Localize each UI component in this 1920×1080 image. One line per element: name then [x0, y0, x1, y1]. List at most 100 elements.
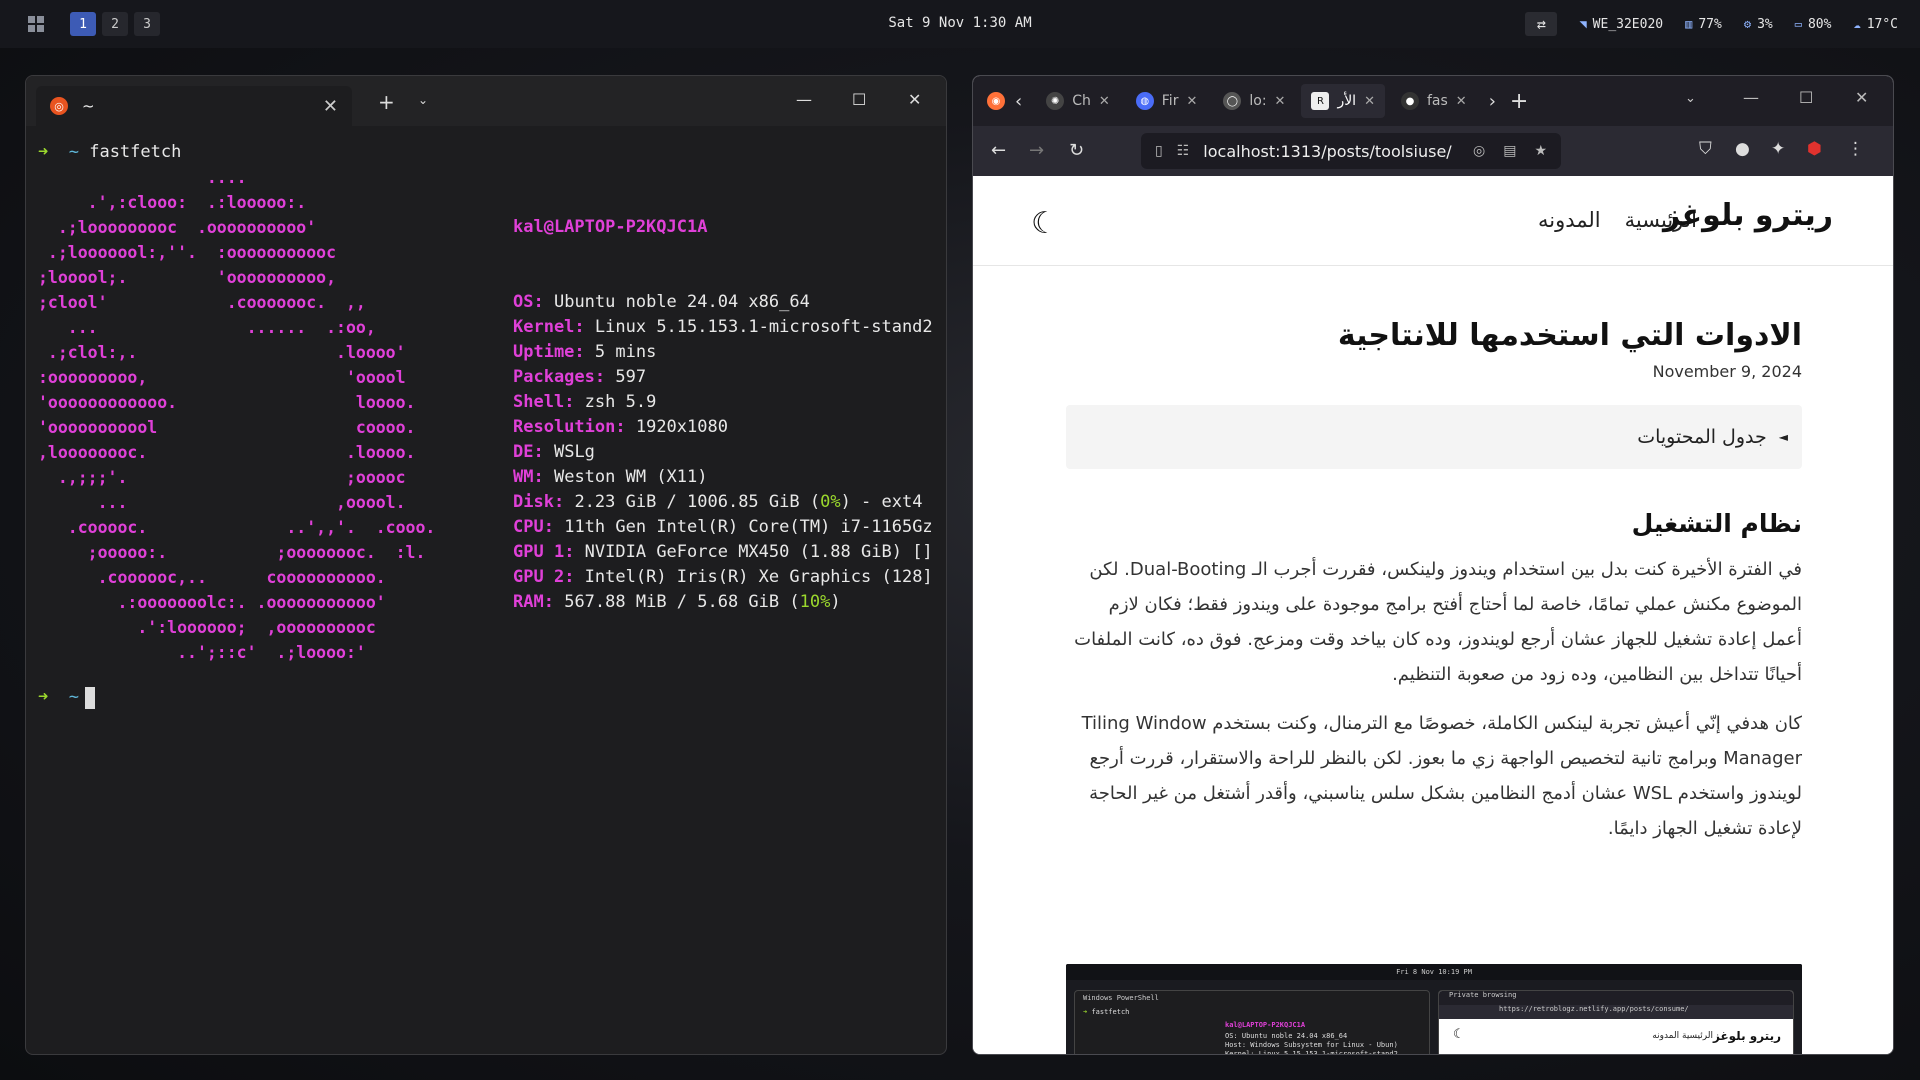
tabs-scroll-left-icon[interactable]: ‹	[1015, 91, 1022, 112]
close-tab-icon[interactable]: ✕	[1364, 94, 1375, 109]
site-brand[interactable]: ريترو بلوغز	[1663, 198, 1833, 233]
windows-start-icon[interactable]	[28, 16, 44, 32]
info-value: NVIDIA GeForce MX450 (1.88 GiB) []	[584, 542, 933, 562]
browser-window: ◉ ‹ ✺ Ch ✕ ◍ Fir ✕ ◯ lo: ✕ R الأر ✕ ● fas ✕ › + ⌄ — ☐ …	[972, 75, 1894, 1055]
reload-icon[interactable]: ↻	[1069, 140, 1084, 161]
info-key: CPU	[513, 517, 544, 537]
workspace-1[interactable]: 1	[70, 12, 96, 36]
info-key: RAM	[513, 592, 544, 612]
workspace-2[interactable]: 2	[102, 12, 128, 36]
url-text[interactable]: localhost:1313/posts/toolsiuse/	[1203, 142, 1451, 161]
new-tab-button[interactable]: +	[378, 90, 395, 114]
tracking-protection-icon[interactable]: ◎	[1473, 143, 1485, 159]
browser-tab-label: fas	[1426, 93, 1448, 109]
cpu-status[interactable]: ⚙ 3%	[1744, 17, 1773, 32]
close-tab-icon[interactable]: ✕	[1099, 94, 1110, 109]
close-tab-icon[interactable]: ✕	[1275, 94, 1286, 109]
account-icon[interactable]: ●	[1735, 139, 1750, 159]
browser-tabbar: ◉ ‹ ✺ Ch ✕ ◍ Fir ✕ ◯ lo: ✕ R الأر ✕ ● fas ✕ › + ⌄ — ☐ …	[973, 76, 1893, 126]
workspace-3[interactable]: 3	[134, 12, 160, 36]
browser-tab[interactable]: ✺ Ch ✕	[1036, 84, 1120, 118]
bookmark-star-icon[interactable]: ★	[1534, 143, 1547, 159]
theme-toggle-moon-icon[interactable]: ☾	[1031, 206, 1058, 241]
browser-tab[interactable]: ◍ Fir ✕	[1126, 84, 1208, 118]
close-tab-icon[interactable]: ✕	[1186, 94, 1197, 109]
page-icon: ▯	[1155, 143, 1163, 159]
menu-icon[interactable]: ⋮	[1847, 139, 1864, 159]
wifi-icon: ◥	[1579, 17, 1587, 31]
screenshot-terminal: Windows PowerShell ➜ fastfetch kal@LAPTO…	[1074, 990, 1430, 1055]
text-cursor	[84, 686, 95, 709]
clock[interactable]: Sat 9 Nov 1:30 AM	[888, 15, 1031, 31]
info-line: Shell: zsh 5.9	[513, 392, 657, 412]
swap-icon[interactable]: ⇄	[1525, 12, 1558, 36]
prompt-arrow-icon: ➜	[38, 142, 69, 162]
memory-status[interactable]: ▥ 77%	[1685, 17, 1722, 32]
forward-arrow-icon[interactable]: →	[1029, 140, 1044, 161]
screenshot-info: OS: Ubuntu noble 24.04 x86_64 Host: Wind…	[1225, 1032, 1398, 1055]
info-line: CPU: 11th Gen Intel(R) Core(TM) i7-1165G…	[513, 517, 933, 537]
article-title: الادوات التي استخدمها للانتاجية	[1337, 318, 1802, 353]
chevron-down-icon[interactable]: ⌄	[418, 93, 428, 107]
screenshot-user: kal@LAPTOP-P2KQJC1A	[1225, 1021, 1306, 1029]
minimize-button[interactable]: —	[796, 90, 812, 109]
chatgpt-icon: ✺	[1046, 92, 1065, 110]
cpu-icon: ⚙	[1743, 17, 1752, 31]
article-screenshot-image: Fri 8 Nov 10:19 PM Windows PowerShell ➜ …	[1066, 964, 1802, 1055]
info-value: 597	[615, 367, 647, 387]
maximize-button[interactable]: ☐	[1799, 88, 1813, 107]
weather-icon: ☁	[1853, 17, 1861, 31]
browser-toolbar: ← → ↻ ▯ ☷ localhost:1313/posts/toolsiuse…	[973, 126, 1893, 176]
back-arrow-icon[interactable]: ←	[991, 140, 1006, 161]
info-value: zsh 5.9	[584, 392, 657, 412]
terminal-tab[interactable]: ◎ ~ ✕	[36, 86, 352, 126]
info-line: Uptime: 5 mins	[513, 342, 657, 362]
close-tab-icon[interactable]: ✕	[323, 96, 338, 117]
wifi-status[interactable]: ◥ WE_32E020	[1579, 17, 1663, 32]
command-line: ➜ ~ fastfetch	[38, 140, 934, 165]
extensions-icon[interactable]: ✦	[1771, 139, 1785, 159]
globe-icon: ◯	[1223, 92, 1242, 110]
info-line: DE: WSLg	[513, 442, 595, 462]
site-icon: R	[1311, 92, 1330, 110]
firefox-icon[interactable]: ◉	[987, 92, 1005, 110]
reader-view-icon[interactable]: ▤	[1503, 143, 1516, 159]
tabs-scroll-right-icon[interactable]: ›	[1489, 91, 1496, 112]
browser-tab[interactable]: R الأر ✕	[1301, 84, 1385, 118]
web-page: ☾ الرئيسية المدونه ريترو بلوغز الادوات ا…	[973, 176, 1893, 1055]
system-tray: ⇄ ◥ WE_32E020 ▥ 77% ⚙ 3% ▭ 80% ☁ 17°C	[1525, 12, 1898, 36]
terminal-window: ◎ ~ ✕ + ⌄ — ☐ ✕ ➜ ~ fastfetch .... .',:c…	[25, 75, 947, 1055]
ublock-icon[interactable]: ⬢	[1807, 139, 1822, 159]
close-window-button[interactable]: ✕	[1855, 88, 1868, 107]
info-line: WM: Weston WM (X11)	[513, 467, 708, 487]
terminal-tab-title: ~	[82, 97, 95, 115]
minimize-button[interactable]: —	[1743, 88, 1759, 107]
maximize-button[interactable]: ☐	[852, 90, 866, 109]
browser-tab[interactable]: ● fas ✕	[1391, 84, 1477, 118]
info-value: WSLg	[553, 442, 595, 462]
url-bar[interactable]: ▯ ☷ localhost:1313/posts/toolsiuse/ ◎ ▤ …	[1141, 133, 1561, 169]
screenshot-cmd: fastfetch	[1091, 1008, 1130, 1016]
nav-link-blog[interactable]: المدونه	[1538, 208, 1601, 232]
info-value-post: )	[830, 592, 841, 612]
pocket-icon[interactable]: ⛉	[1699, 139, 1712, 159]
browser-tab-label: Ch	[1072, 93, 1091, 109]
article: الادوات التي استخدمها للانتاجية November…	[1066, 316, 1802, 846]
battery-status[interactable]: ▭ 80%	[1795, 17, 1832, 32]
paragraph-2: كان هدفي إنّي أعيش تجربة لينكس الكاملة، …	[1081, 713, 1802, 839]
browser-tab-label: lo:	[1249, 93, 1267, 109]
info-key: DE	[513, 442, 534, 462]
list-tabs-icon[interactable]: ⌄	[1685, 91, 1696, 106]
info-key: WM	[513, 467, 534, 487]
table-of-contents[interactable]: ◄ جدول المحتويات	[1066, 405, 1802, 469]
site-permissions-icon[interactable]: ☷	[1177, 143, 1190, 159]
close-window-button[interactable]: ✕	[908, 90, 921, 109]
ubuntu-icon: ◎	[50, 97, 68, 115]
weather-status[interactable]: ☁ 17°C	[1853, 17, 1898, 32]
info-key: Packages	[513, 367, 595, 387]
close-tab-icon[interactable]: ✕	[1456, 94, 1467, 109]
terminal-output[interactable]: ➜ ~ fastfetch .... .',:clooo: .:looooo:.…	[26, 126, 946, 1054]
screenshot-nav: الرئيسية المدونه	[1652, 1031, 1713, 1041]
new-tab-button[interactable]: +	[1510, 89, 1528, 114]
browser-tab[interactable]: ◯ lo: ✕	[1213, 84, 1295, 118]
